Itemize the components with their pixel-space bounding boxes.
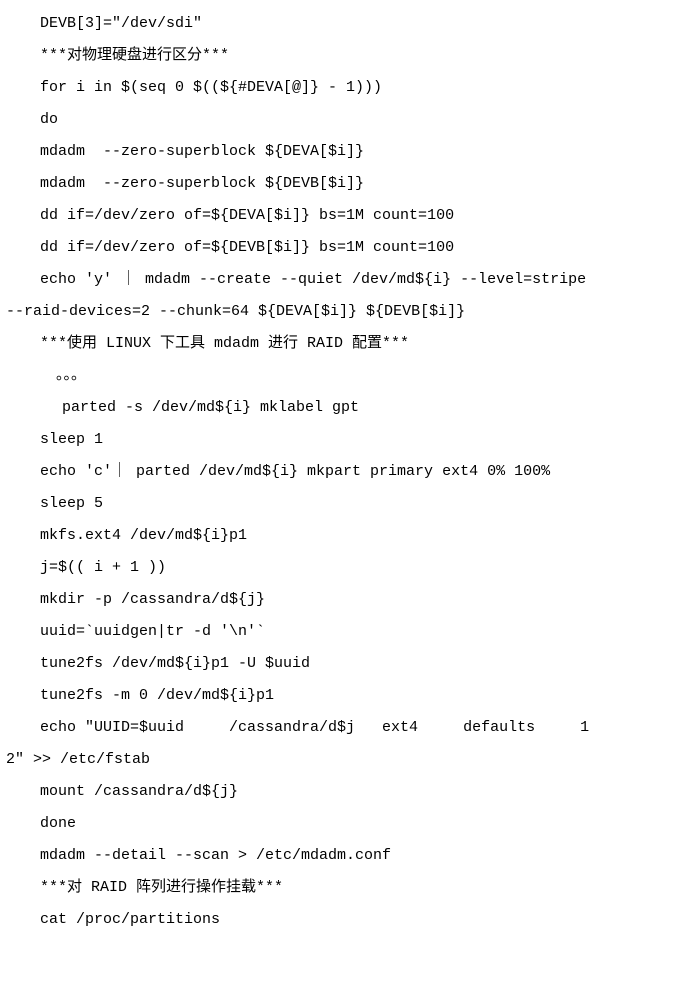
code-line: mdadm --zero-superblock ${DEVB[$i]} xyxy=(0,168,689,200)
code-line: ***对物理硬盘进行区分*** xyxy=(0,40,689,72)
code-line: mdadm --zero-superblock ${DEVA[$i]} xyxy=(0,136,689,168)
code-line: uuid=`uuidgen|tr -d '\n'` xyxy=(0,616,689,648)
code-line: DEVB[3]="/dev/sdi" xyxy=(0,8,689,40)
code-line: do xyxy=(0,104,689,136)
code-line: mkfs.ext4 /dev/md${i}p1 xyxy=(0,520,689,552)
code-line: --raid-devices=2 --chunk=64 ${DEVA[$i]} … xyxy=(0,296,689,328)
code-line: 。。。 xyxy=(0,360,689,392)
code-line: mdadm --detail --scan > /etc/mdadm.conf xyxy=(0,840,689,872)
code-block: DEVB[3]="/dev/sdi"***对物理硬盘进行区分***for i i… xyxy=(0,8,689,936)
code-line: j=$(( i + 1 )) xyxy=(0,552,689,584)
code-line: for i in $(seq 0 $((${#DEVA[@]} - 1))) xyxy=(0,72,689,104)
code-line: cat /proc/partitions xyxy=(0,904,689,936)
code-line: tune2fs /dev/md${i}p1 -U $uuid xyxy=(0,648,689,680)
code-line: echo 'c'｜ parted /dev/md${i} mkpart prim… xyxy=(0,456,689,488)
code-line: ***使用 LINUX 下工具 mdadm 进行 RAID 配置*** xyxy=(0,328,689,360)
code-line: parted -s /dev/md${i} mklabel gpt xyxy=(0,392,689,424)
code-line: done xyxy=(0,808,689,840)
code-line: echo "UUID=$uuid /cassandra/d$j ext4 def… xyxy=(0,712,689,744)
code-line: ***对 RAID 阵列进行操作挂载*** xyxy=(0,872,689,904)
code-line: mount /cassandra/d${j} xyxy=(0,776,689,808)
code-line: tune2fs -m 0 /dev/md${i}p1 xyxy=(0,680,689,712)
code-line: echo 'y' ｜ mdadm --create --quiet /dev/m… xyxy=(0,264,689,296)
code-line: dd if=/dev/zero of=${DEVA[$i]} bs=1M cou… xyxy=(0,200,689,232)
code-line: dd if=/dev/zero of=${DEVB[$i]} bs=1M cou… xyxy=(0,232,689,264)
code-line: mkdir -p /cassandra/d${j} xyxy=(0,584,689,616)
code-line: sleep 1 xyxy=(0,424,689,456)
code-line: sleep 5 xyxy=(0,488,689,520)
code-line: 2" >> /etc/fstab xyxy=(0,744,689,776)
